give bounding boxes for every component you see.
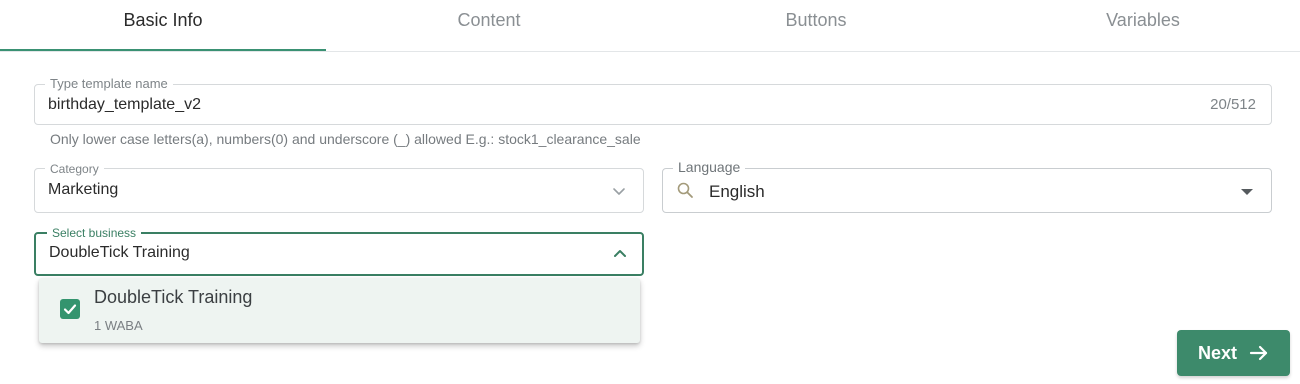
next-button-label: Next [1197, 342, 1237, 363]
chevron-up-icon[interactable] [612, 246, 628, 262]
tab-label: Content [457, 10, 521, 30]
business-option-doubletick-training[interactable]: DoubleTick Training 1 WABA [39, 278, 640, 343]
tab-variables[interactable]: Variables [980, 0, 1300, 52]
tab-basic-info[interactable]: Basic Info [0, 0, 326, 52]
category-select[interactable]: Category Marketing [34, 161, 644, 213]
template-name-label: Type template name [45, 76, 173, 92]
tab-bar: Basic Info Content Buttons Variables [0, 0, 1300, 52]
business-label: Select business [47, 225, 142, 241]
tab-buttons[interactable]: Buttons [653, 0, 979, 52]
checkbox-checked-icon[interactable] [60, 299, 80, 319]
tab-label: Buttons [785, 10, 847, 30]
tab-label: Basic Info [123, 10, 203, 30]
option-sublabel: 1 WABA [94, 318, 143, 333]
chevron-down-icon[interactable] [611, 183, 627, 199]
language-value: English [709, 182, 765, 201]
active-tab-indicator [0, 49, 326, 51]
language-select[interactable]: Language English [662, 159, 1272, 213]
dropdown-caret-icon[interactable] [1241, 189, 1253, 195]
tab-content[interactable]: Content [326, 0, 652, 52]
arrow-right-icon [1249, 345, 1268, 361]
template-name-field[interactable]: Type template name 20/512 [34, 76, 1272, 125]
tab-label: Variables [1106, 10, 1180, 30]
category-label: Category [45, 161, 104, 177]
next-button[interactable]: Next [1177, 330, 1290, 376]
category-value: Marketing [48, 181, 119, 198]
business-dropdown-menu: DoubleTick Training 1 WABA [39, 278, 640, 343]
business-select[interactable]: Select business DoubleTick Training [34, 225, 644, 276]
template-name-helper-text: Only lower case letters(a), numbers(0) a… [50, 131, 641, 147]
character-counter: 20/512 [1210, 96, 1256, 113]
business-value: DoubleTick Training [49, 244, 190, 261]
template-basic-info-form: Basic Info Content Buttons Variables Typ… [0, 0, 1300, 384]
option-label: DoubleTick Training [94, 287, 253, 307]
template-name-input[interactable] [48, 96, 1148, 114]
search-icon [677, 182, 693, 198]
language-label: Language [673, 159, 746, 175]
